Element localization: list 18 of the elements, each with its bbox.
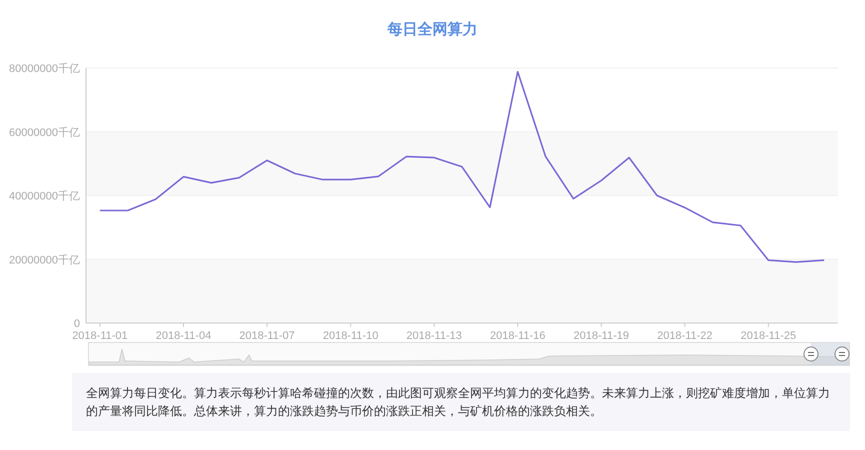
x-axis-label: 2018-11-07 <box>239 330 295 340</box>
y-axis-label: 20000000千亿 <box>9 254 80 266</box>
y-axis-label: 80000000千亿 <box>9 63 80 75</box>
y-axis-label: 60000000千亿 <box>9 126 80 139</box>
y-axis-label: 0 <box>74 318 80 330</box>
x-axis-label: 2018-11-25 <box>740 330 796 340</box>
x-axis-label: 2018-11-01 <box>72 330 128 340</box>
y-axis-label: 40000000千亿 <box>9 190 80 202</box>
x-axis-label: 2018-11-22 <box>657 330 713 340</box>
chart-title: 每日全网算力 <box>388 20 478 40</box>
slider-handle-icon[interactable] <box>834 346 850 362</box>
slider-handle-icon[interactable] <box>803 346 819 362</box>
x-axis-label: 2018-11-10 <box>322 330 378 340</box>
x-axis-label: 2018-11-04 <box>156 330 212 340</box>
x-axis-label: 2018-11-19 <box>574 330 629 340</box>
description-text: 全网算力每日变化。算力表示每秒计算哈希碰撞的次数，由此图可观察全网平均算力的变化趋势。未来算力上涨，则挖矿难度增加，单位算力的产量将同比降低。总体来讲，算力的涨跌趋势与币价的涨跌正相关，与矿机价格的涨跌负相关。 <box>72 373 850 431</box>
x-axis-label: 2018-11-13 <box>406 330 462 340</box>
x-axis-label: 2018-11-16 <box>490 330 546 340</box>
